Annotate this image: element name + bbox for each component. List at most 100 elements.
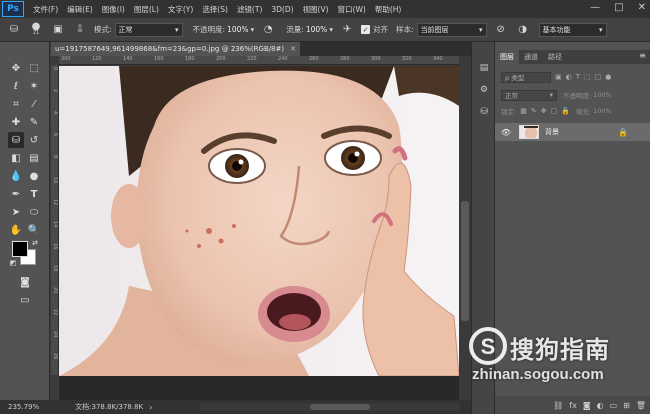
tab-paths[interactable]: 路径	[543, 50, 567, 64]
mode-select[interactable]: 正常 ▾	[114, 22, 183, 37]
clone-stamp-tool-icon[interactable]: ⛁	[6, 22, 22, 38]
ruler-horizontal[interactable]: 300 120 140 160 180 200 220 240 260 280 300 320 340	[59, 56, 459, 65]
minimize-button[interactable]: —	[590, 2, 600, 13]
workspace-select[interactable]: 基本功能 ▾	[538, 22, 607, 37]
delete-layer-icon[interactable]: 🗑	[636, 401, 646, 410]
horizontal-scrollbar[interactable]	[200, 403, 460, 411]
sample-select[interactable]: 当前图层 ▾	[416, 22, 487, 37]
document-image[interactable]	[59, 66, 459, 376]
magic-wand-tool-icon[interactable]: ✶	[26, 78, 42, 94]
menu-image[interactable]: 图像(I)	[102, 4, 125, 15]
history-panel-icon[interactable]: ▤	[476, 60, 492, 76]
menu-3d[interactable]: 3D(D)	[271, 5, 293, 14]
type-tool-icon[interactable]: T	[26, 186, 42, 202]
maximize-button[interactable]: □	[614, 2, 623, 13]
menu-view[interactable]: 视图(V)	[303, 4, 329, 15]
filter-smart-icon[interactable]: ▢	[595, 73, 602, 81]
adjustment-layer-icon[interactable]: ◐	[597, 401, 604, 410]
menu-edit[interactable]: 编辑(E)	[67, 4, 93, 15]
quick-mask-icon[interactable]: ◙	[17, 274, 33, 290]
lock-artboard-icon[interactable]: ▢	[551, 107, 558, 115]
filter-type-icon[interactable]: T	[576, 73, 580, 81]
document-size-info[interactable]: 文档:378.8K/378.8K	[75, 402, 143, 412]
layer-style-icon[interactable]: fx	[569, 401, 577, 410]
close-button[interactable]: ✕	[638, 2, 646, 13]
canvas-area[interactable]	[59, 66, 459, 400]
pressure-opacity-icon[interactable]: ◔	[260, 22, 276, 38]
fill-value[interactable]: 100%	[593, 107, 612, 115]
layer-filter-select[interactable]: ρ 类型	[501, 71, 551, 83]
chevron-down-icon[interactable]: ▾	[251, 25, 255, 34]
brush-tool-icon[interactable]: ✎	[26, 114, 42, 130]
layer-row-background[interactable]: 👁 背景 🔒	[495, 123, 650, 141]
opacity-value[interactable]: 100%	[227, 25, 248, 34]
layer-thumbnail	[519, 125, 539, 139]
move-tool-icon[interactable]: ✥	[8, 60, 24, 76]
clone-source-icon[interactable]: ⇩	[72, 22, 88, 38]
menu-layer[interactable]: 图层(L)	[134, 4, 159, 15]
filter-adjustment-icon[interactable]: ◐	[566, 73, 572, 81]
aligned-checkbox[interactable]: ✓	[361, 25, 371, 34]
menu-help[interactable]: 帮助(H)	[375, 4, 402, 15]
scrollbar-thumb[interactable]	[310, 404, 370, 410]
blur-tool-icon[interactable]: 💧	[8, 168, 24, 184]
ruler-vertical[interactable]: 0 2 4 6 8 10 12 14 16 18 20 22 24 26	[51, 65, 59, 375]
clone-stamp-tool-icon[interactable]: ⛁	[8, 132, 24, 148]
filter-toggle-icon[interactable]: ●	[605, 73, 611, 81]
status-arrow-icon[interactable]: ›	[149, 403, 152, 412]
new-group-icon[interactable]: ▭	[610, 401, 618, 410]
filter-pixel-icon[interactable]: ▣	[555, 73, 562, 81]
ignore-adjustment-icon[interactable]: ⊘	[493, 22, 509, 38]
eye-icon[interactable]: 👁	[499, 128, 513, 137]
zoom-level[interactable]: 235.79%	[8, 403, 39, 411]
brush-panel-icon[interactable]: ▣	[50, 22, 66, 38]
link-layers-icon[interactable]: ⛓	[553, 401, 563, 410]
crop-tool-icon[interactable]: ⌗	[8, 96, 24, 112]
default-colors-icon[interactable]: ◩	[8, 258, 18, 268]
swap-colors-icon[interactable]: ⇄	[30, 238, 40, 248]
new-layer-icon[interactable]: ⊞	[623, 401, 630, 410]
filter-shape-icon[interactable]: ⬚	[584, 73, 591, 81]
chevron-down-icon[interactable]: ▾	[329, 25, 333, 34]
path-selection-tool-icon[interactable]: ➤	[8, 204, 24, 220]
lock-position-icon[interactable]: ✥	[541, 107, 547, 115]
flow-value[interactable]: 100%	[306, 25, 327, 34]
menu-select[interactable]: 选择(S)	[202, 4, 228, 15]
screen-mode-icon[interactable]: ▭	[17, 292, 33, 308]
marquee-tool-icon[interactable]: ⬚	[26, 60, 42, 76]
menu-file[interactable]: 文件(F)	[33, 4, 58, 15]
zoom-tool-icon[interactable]: 🔍	[26, 222, 42, 238]
gradient-tool-icon[interactable]: ▤	[26, 150, 42, 166]
sample-value: 当前图层	[420, 25, 449, 34]
pen-tool-icon[interactable]: ✒	[8, 186, 24, 202]
clone-source-panel-icon[interactable]: ⛁	[476, 104, 492, 120]
history-brush-tool-icon[interactable]: ↺	[26, 132, 42, 148]
tab-channels[interactable]: 通道	[519, 50, 543, 64]
pressure-size-icon[interactable]: ◑	[515, 22, 531, 38]
menu-window[interactable]: 窗口(W)	[338, 4, 366, 15]
healing-brush-tool-icon[interactable]: ✚	[8, 114, 24, 130]
document-tab[interactable]: u=1917587649,961499868&fm=23&gp=0.jpg @ …	[51, 42, 300, 56]
lasso-tool-icon[interactable]: ℓ	[8, 78, 24, 94]
lock-all-icon[interactable]: 🔒	[561, 107, 570, 115]
properties-panel-icon[interactable]: ⚙	[476, 82, 492, 98]
lock-pixels-icon[interactable]: ✎	[531, 107, 537, 115]
tab-layers[interactable]: 图层	[495, 50, 519, 64]
blend-mode-select[interactable]: 正常 ▾	[501, 89, 557, 101]
layer-name[interactable]: 背景	[545, 127, 559, 137]
lock-transparent-icon[interactable]: ▦	[520, 107, 527, 115]
menu-type[interactable]: 文字(Y)	[168, 4, 193, 15]
shape-tool-icon[interactable]: ⬭	[26, 204, 42, 220]
eraser-tool-icon[interactable]: ◧	[8, 150, 24, 166]
scrollbar-thumb[interactable]	[461, 201, 469, 321]
menu-filter[interactable]: 滤镜(T)	[237, 4, 262, 15]
dodge-tool-icon[interactable]: ●	[26, 168, 42, 184]
foreground-color-swatch[interactable]	[12, 241, 28, 257]
airbrush-icon[interactable]: ✈	[339, 22, 355, 38]
brush-preset-picker[interactable]: ● 21	[28, 21, 44, 38]
panel-menu-icon[interactable]: ≡	[639, 51, 646, 60]
eyedropper-tool-icon[interactable]: ⁄	[26, 96, 42, 112]
close-tab-icon[interactable]: ✕	[290, 45, 296, 53]
layer-mask-icon[interactable]: ◙	[583, 401, 591, 410]
layer-opacity-value[interactable]: 100%	[593, 91, 612, 99]
